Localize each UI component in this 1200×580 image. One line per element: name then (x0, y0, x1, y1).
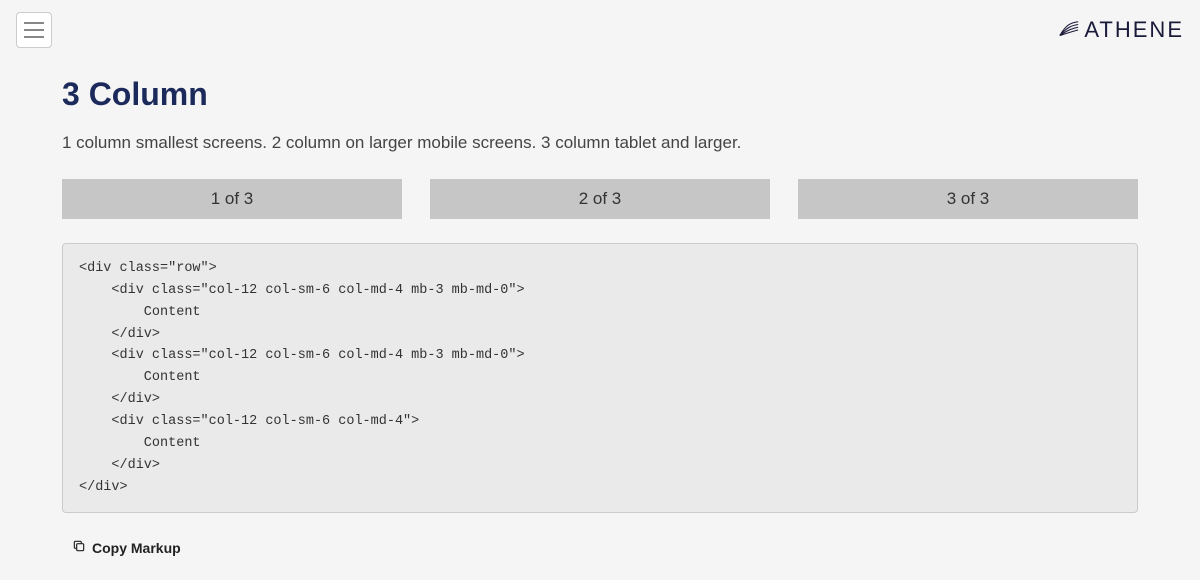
copy-markup-label: Copy Markup (92, 540, 181, 556)
example-column-3: 3 of 3 (798, 179, 1138, 219)
hamburger-menu-button[interactable] (16, 12, 52, 48)
header: ATHENE (0, 0, 1200, 60)
example-column-1: 1 of 3 (62, 179, 402, 219)
code-block: <div class="row"> <div class="col-12 col… (62, 243, 1138, 513)
page-title: 3 Column (62, 76, 1138, 113)
copy-markup-button[interactable]: Copy Markup (70, 535, 183, 560)
main-container: 3 Column 1 column smallest screens. 2 co… (0, 60, 1200, 580)
example-row: 1 of 3 2 of 3 3 of 3 (62, 179, 1138, 219)
page-subtitle: 1 column smallest screens. 2 column on l… (62, 133, 1138, 153)
logo-mark-icon (1058, 19, 1080, 41)
example-column-2: 2 of 3 (430, 179, 770, 219)
logo: ATHENE (1058, 17, 1184, 43)
logo-text: ATHENE (1084, 17, 1184, 43)
copy-icon (72, 539, 86, 556)
